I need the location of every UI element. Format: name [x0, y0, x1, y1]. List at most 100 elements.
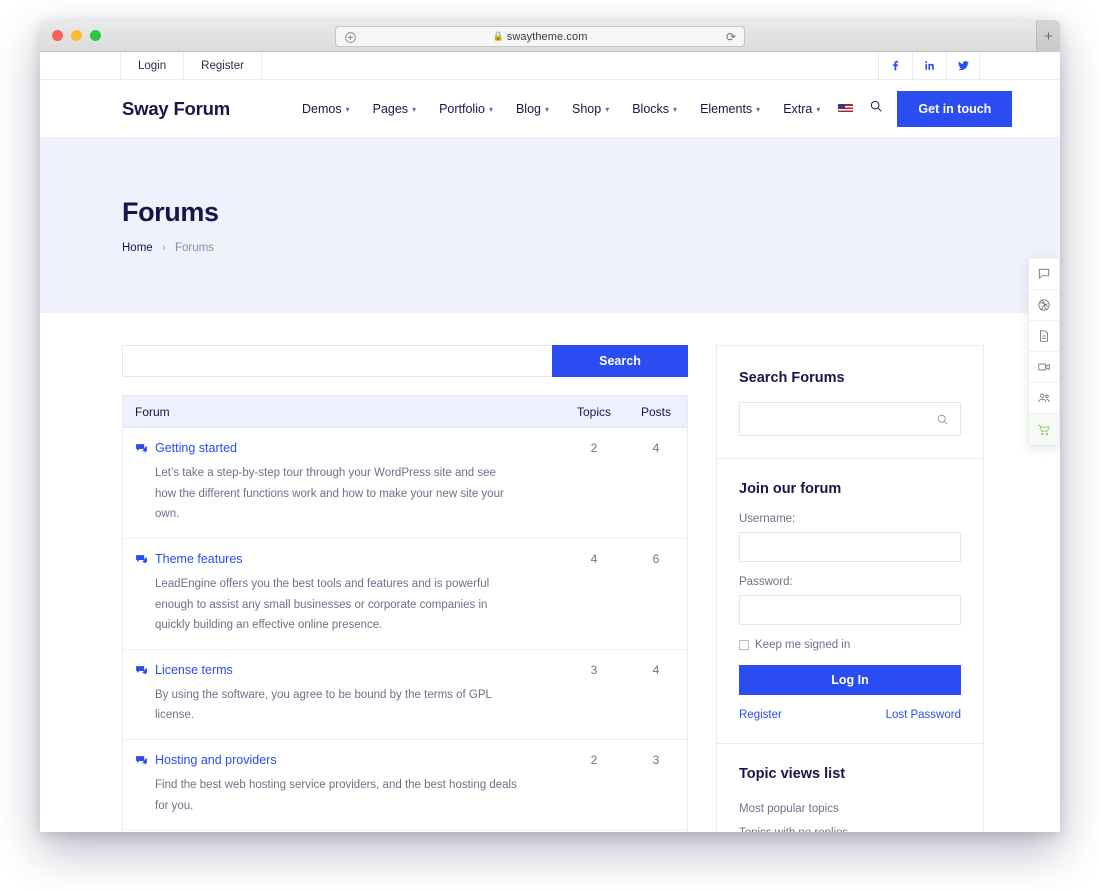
breadcrumb-separator: ›: [161, 242, 166, 254]
site-header: Sway Forum Demos ▾ Pages ▾ Portfolio ▾ Blog…: [40, 80, 1060, 138]
log-in-button[interactable]: Log In: [739, 665, 961, 695]
forum-search-input[interactable]: [122, 345, 552, 377]
chevron-down-icon: ▾: [673, 105, 678, 114]
forum-description: By using the software, you agree to be b…: [155, 688, 492, 722]
list-item[interactable]: Most popular topics: [739, 798, 961, 822]
forum-title-link[interactable]: License terms: [155, 662, 233, 679]
lost-password-link[interactable]: Lost Password: [886, 709, 961, 721]
social-links: [878, 52, 980, 79]
page-info-icon: [344, 31, 357, 44]
search-icon[interactable]: [936, 413, 949, 431]
password-field[interactable]: [739, 595, 961, 625]
sidebar-search-input[interactable]: [740, 403, 960, 435]
document-icon[interactable]: [1029, 321, 1059, 352]
new-tab-button[interactable]: +: [1036, 20, 1060, 52]
list-item[interactable]: Topics with no replies: [739, 822, 961, 832]
forum-title-line: License terms: [135, 662, 533, 679]
chevron-down-icon: ▾: [488, 105, 493, 114]
username-label: Username:: [739, 513, 796, 525]
posts-count: 4: [652, 662, 660, 677]
video-camera-icon[interactable]: [1029, 352, 1059, 383]
facebook-icon[interactable]: [878, 52, 912, 79]
address-bar[interactable]: 🔒 swaytheme.com ⟳: [335, 26, 745, 47]
username-input[interactable]: [740, 533, 960, 561]
us-flag-icon[interactable]: [838, 103, 854, 114]
main-nav: Demos ▾ Pages ▾ Portfolio ▾ Blog ▾ Shop ▾ Blo…: [302, 102, 820, 116]
maximize-window-button[interactable]: [90, 30, 101, 41]
chat-bubble-icon[interactable]: [1029, 259, 1059, 290]
forum-search-button[interactable]: Search: [552, 345, 688, 377]
login-link[interactable]: Login: [120, 52, 183, 79]
forum-title-line: Theme features: [135, 551, 533, 568]
nav-label: Extra: [783, 101, 813, 116]
forum-chat-icon: [136, 756, 147, 765]
forum-chat-icon: [136, 444, 147, 453]
twitter-icon[interactable]: [946, 52, 980, 79]
search-forums-title: Search Forums: [739, 370, 845, 386]
keep-signed-in-label: Keep me signed in: [755, 639, 851, 651]
get-in-touch-button[interactable]: Get in touch: [897, 90, 1013, 127]
breadcrumb-home[interactable]: Home: [122, 242, 153, 254]
keep-signed-in-checkbox[interactable]: [739, 640, 749, 650]
chevron-down-icon: ▾: [345, 105, 350, 114]
shopping-cart-icon[interactable]: [1029, 414, 1059, 445]
keep-signed-in-row[interactable]: Keep me signed in: [739, 639, 961, 651]
page-viewport: Login Register Sway Forum Demos ▾ Pages …: [40, 52, 1060, 832]
topics-count: 2: [590, 441, 598, 455]
utility-tail: [980, 52, 1060, 79]
join-forum-widget: Join our forum Username: Password: Keep …: [717, 481, 983, 721]
nav-item-extra[interactable]: Extra ▾: [783, 102, 820, 116]
nav-label: Elements: [700, 101, 753, 116]
sidebar-search-field[interactable]: [739, 402, 961, 436]
register-link[interactable]: Register: [739, 709, 782, 721]
forum-cell: Theme features LeadEngine offers you the…: [123, 551, 563, 636]
password-input[interactable]: [740, 596, 960, 624]
topics-count: 3: [590, 662, 598, 677]
chevron-down-icon: ▾: [544, 105, 549, 114]
chevron-down-icon: ▾: [605, 105, 610, 114]
window-controls[interactable]: [52, 30, 101, 41]
topics-count: 2: [590, 753, 598, 768]
breadcrumb: Home › Forums: [122, 242, 1060, 254]
forum-chat-icon: [136, 555, 147, 564]
nav-label: Pages: [372, 101, 409, 116]
nav-item-shop[interactable]: Shop ▾: [572, 102, 609, 116]
utility-links: Login Register: [120, 52, 262, 79]
close-window-button[interactable]: [52, 30, 63, 41]
linkedin-icon[interactable]: [912, 52, 946, 79]
forum-cell: License terms By using the software, you…: [123, 662, 563, 726]
forum-title-line: Getting started: [135, 440, 533, 457]
forum-description: Let’s take a step-by-step tour through y…: [155, 466, 504, 521]
table-row: Hosting and providers Find the best web …: [123, 740, 687, 831]
nav-item-portfolio[interactable]: Portfolio ▾: [439, 102, 493, 116]
nav-item-pages[interactable]: Pages ▾: [373, 102, 416, 116]
widget-divider: [717, 743, 983, 744]
nav-item-blocks[interactable]: Blocks ▾: [632, 102, 677, 116]
topic-views-title: Topic views list: [739, 766, 846, 782]
chevron-down-icon: ▾: [412, 105, 417, 114]
nav-item-elements[interactable]: Elements ▾: [700, 102, 760, 116]
forum-title-link[interactable]: Hosting and providers: [155, 752, 277, 769]
topic-views-widget: Topic views list Most popular topics Top…: [717, 766, 983, 832]
forum-title-link[interactable]: Theme features: [155, 551, 243, 568]
forum-search-row: Search: [122, 345, 688, 377]
posts-count: 3: [652, 753, 660, 768]
nav-item-demos[interactable]: Demos ▾: [302, 102, 350, 116]
sidebar-widget-area: Search Forums Join our forum Username: P…: [716, 345, 984, 832]
content-area: Search Forum Topics Posts Getting starte…: [40, 313, 1060, 832]
username-field[interactable]: [739, 532, 961, 562]
forum-cell: Hosting and providers Find the best web …: [123, 752, 563, 816]
site-logo[interactable]: Sway Forum: [122, 98, 230, 120]
column-header-topics: Topics: [576, 404, 611, 419]
reload-icon[interactable]: ⟳: [726, 30, 736, 44]
utility-spacer: [262, 52, 878, 79]
nav-item-blog[interactable]: Blog ▾: [516, 102, 549, 116]
register-link[interactable]: Register: [183, 52, 262, 79]
users-icon[interactable]: [1029, 383, 1059, 414]
search-icon[interactable]: [869, 99, 883, 118]
dribbble-icon[interactable]: [1029, 290, 1059, 321]
column-header-posts: Posts: [640, 404, 671, 419]
nav-label: Portfolio: [439, 101, 485, 116]
minimize-window-button[interactable]: [71, 30, 82, 41]
forum-title-link[interactable]: Getting started: [155, 440, 237, 457]
